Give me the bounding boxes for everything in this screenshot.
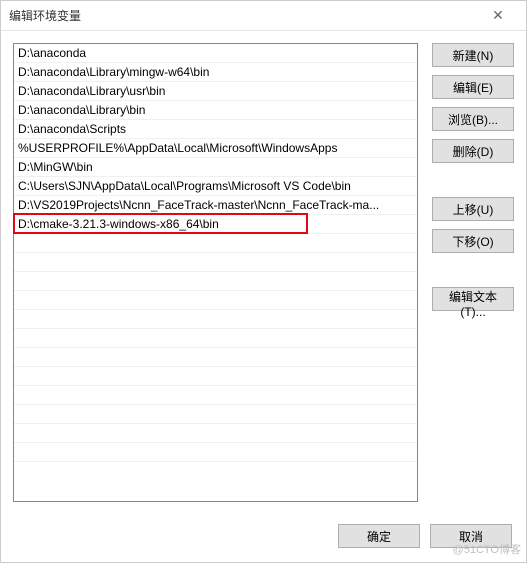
list-item[interactable] [14, 310, 417, 329]
list-item[interactable] [14, 443, 417, 462]
edittext-button[interactable]: 编辑文本(T)... [432, 287, 514, 311]
list-item[interactable]: %USERPROFILE%\AppData\Local\Microsoft\Wi… [14, 139, 417, 158]
list-item[interactable] [14, 329, 417, 348]
list-item[interactable]: D:\cmake-3.21.3-windows-x86_64\bin [14, 215, 417, 234]
list-item[interactable]: D:\anaconda\Library\usr\bin [14, 82, 417, 101]
list-item[interactable]: D:\anaconda [14, 44, 417, 63]
list-wrap: D:\anacondaD:\anaconda\Library\mingw-w64… [13, 43, 418, 502]
list-item[interactable] [14, 424, 417, 443]
new-button[interactable]: 新建(N) [432, 43, 514, 67]
browse-button[interactable]: 浏览(B)... [432, 107, 514, 131]
list-item[interactable] [14, 253, 417, 272]
titlebar: 编辑环境变量 ✕ [1, 1, 526, 31]
list-item[interactable] [14, 386, 417, 405]
moveup-button[interactable]: 上移(U) [432, 197, 514, 221]
list-item[interactable]: D:\VS2019Projects\Ncnn_FaceTrack-master\… [14, 196, 417, 215]
content-area: D:\anacondaD:\anaconda\Library\mingw-w64… [1, 31, 526, 514]
path-listbox[interactable]: D:\anacondaD:\anaconda\Library\mingw-w64… [13, 43, 418, 502]
list-item[interactable]: D:\MinGW\bin [14, 158, 417, 177]
movedown-button[interactable]: 下移(O) [432, 229, 514, 253]
list-item[interactable]: D:\anaconda\Scripts [14, 120, 417, 139]
close-icon[interactable]: ✕ [478, 7, 518, 24]
list-item[interactable] [14, 348, 417, 367]
footer: 确定 取消 [1, 514, 526, 562]
cancel-button[interactable]: 取消 [430, 524, 512, 548]
list-item[interactable]: D:\anaconda\Library\bin [14, 101, 417, 120]
list-item[interactable] [14, 367, 417, 386]
list-item[interactable] [14, 291, 417, 310]
list-item[interactable] [14, 234, 417, 253]
window-title: 编辑环境变量 [9, 7, 478, 24]
list-item[interactable]: D:\anaconda\Library\mingw-w64\bin [14, 63, 417, 82]
delete-button[interactable]: 删除(D) [432, 139, 514, 163]
edit-button[interactable]: 编辑(E) [432, 75, 514, 99]
list-item[interactable]: C:\Users\SJN\AppData\Local\Programs\Micr… [14, 177, 417, 196]
dialog-window: 编辑环境变量 ✕ D:\anacondaD:\anaconda\Library\… [0, 0, 527, 563]
side-buttons: 新建(N) 编辑(E) 浏览(B)... 删除(D) 上移(U) 下移(O) 编… [432, 43, 514, 502]
ok-button[interactable]: 确定 [338, 524, 420, 548]
list-item[interactable] [14, 405, 417, 424]
list-item[interactable] [14, 272, 417, 291]
